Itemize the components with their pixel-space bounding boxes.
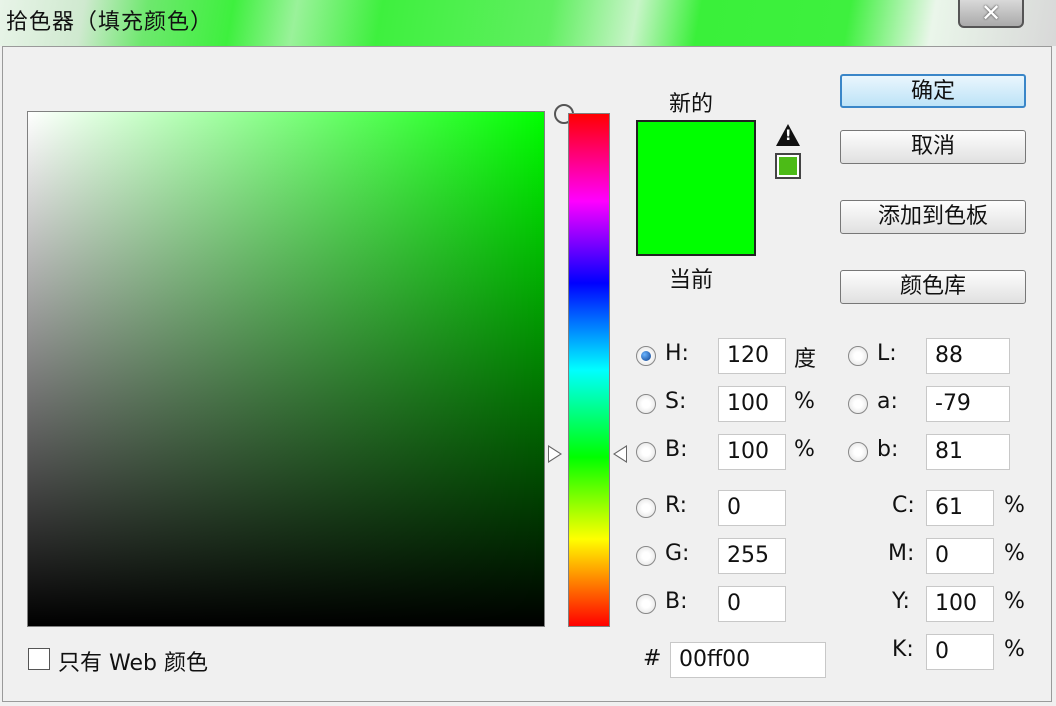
magenta-unit: % — [1004, 541, 1025, 566]
hue-slider-left-handle[interactable] — [548, 445, 562, 463]
brightness-input[interactable]: 100 — [718, 434, 786, 470]
blue-radio[interactable] — [636, 594, 656, 614]
lab-a-radio[interactable] — [848, 394, 868, 414]
current-color-swatch[interactable] — [638, 188, 754, 254]
color-libraries-button[interactable]: 颜色库 — [840, 270, 1026, 304]
hex-input[interactable]: 00ff00 — [670, 642, 826, 678]
hex-label: # — [643, 646, 662, 671]
lab-l-radio[interactable] — [848, 346, 868, 366]
yellow-label: Y: — [892, 589, 910, 614]
hue-unit: 度 — [794, 347, 817, 372]
lab-l-label: L: — [877, 341, 897, 366]
hue-label: H: — [665, 341, 689, 366]
red-input[interactable]: 0 — [718, 490, 786, 526]
saturation-brightness-field[interactable] — [27, 104, 574, 627]
black-unit: % — [1004, 637, 1025, 662]
magenta-input[interactable]: 0 — [926, 538, 994, 574]
saturation-unit: % — [794, 389, 815, 414]
brightness-radio[interactable] — [636, 442, 656, 462]
lab-b-label: b: — [877, 437, 899, 462]
color-preview — [636, 120, 756, 256]
yellow-unit: % — [1004, 589, 1025, 614]
web-colors-only-checkbox[interactable] — [28, 648, 50, 670]
new-color-swatch — [638, 122, 754, 188]
red-label: R: — [665, 493, 688, 518]
cyan-label: C: — [892, 493, 915, 518]
green-radio[interactable] — [636, 546, 656, 566]
brightness-unit: % — [794, 437, 815, 462]
green-label: G: — [665, 541, 690, 566]
close-button[interactable]: ✕ — [958, 0, 1024, 28]
brightness-label: B: — [665, 437, 688, 462]
lab-a-input[interactable]: -79 — [926, 386, 1010, 422]
cyan-input[interactable]: 61 — [926, 490, 994, 526]
lab-l-input[interactable]: 88 — [926, 338, 1010, 374]
new-color-label: 新的 — [669, 92, 714, 117]
hue-slider[interactable] — [568, 113, 610, 627]
green-input[interactable]: 255 — [718, 538, 786, 574]
saturation-label: S: — [665, 389, 687, 414]
hue-slider-right-handle[interactable] — [613, 445, 627, 463]
black-label: K: — [892, 637, 914, 662]
add-to-swatches-button[interactable]: 添加到色板 — [840, 200, 1026, 234]
current-color-label: 当前 — [669, 268, 714, 293]
magenta-label: M: — [888, 541, 915, 566]
gamut-correction-swatch[interactable] — [775, 153, 801, 179]
cyan-unit: % — [1004, 493, 1025, 518]
lab-a-label: a: — [877, 389, 898, 414]
hue-radio[interactable] — [636, 346, 656, 366]
blue-input[interactable]: 0 — [718, 586, 786, 622]
red-radio[interactable] — [636, 498, 656, 518]
black-input[interactable]: 0 — [926, 634, 994, 670]
saturation-radio[interactable] — [636, 394, 656, 414]
cancel-button[interactable]: 取消 — [840, 130, 1026, 164]
hue-input[interactable]: 120 — [718, 338, 786, 374]
ok-button[interactable]: 确定 — [840, 74, 1026, 108]
out-of-gamut-warning-icon[interactable]: ! — [776, 124, 800, 146]
yellow-input[interactable]: 100 — [926, 586, 994, 622]
lab-b-input[interactable]: 81 — [926, 434, 1010, 470]
window-title: 拾色器（填充颜色） — [6, 10, 214, 35]
saturation-input[interactable]: 100 — [718, 386, 786, 422]
blue-label: B: — [665, 589, 688, 614]
lab-b-radio[interactable] — [848, 442, 868, 462]
title-bar: 拾色器（填充颜色） ✕ — [0, 0, 1056, 46]
web-colors-only-label: 只有 Web 颜色 — [58, 651, 208, 676]
